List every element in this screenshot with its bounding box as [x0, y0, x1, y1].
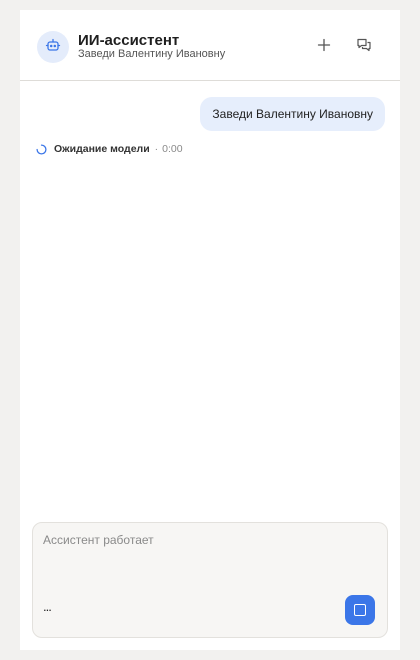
status-separator: ·	[154, 143, 159, 155]
bot-icon	[45, 37, 61, 58]
user-message: Заведи Валентину Ивановну	[200, 97, 385, 131]
chat-history-button[interactable]	[353, 36, 375, 58]
stop-generation-button[interactable]	[345, 595, 375, 625]
user-message-text: Заведи Валентину Ивановну	[212, 107, 373, 121]
assistant-panel: ИИ-ассистент Заведи Валентину Ивановну З…	[20, 10, 400, 650]
conversation-subtitle: Заведи Валентину Ивановну	[78, 48, 226, 60]
chat-history-icon	[356, 37, 372, 58]
more-options-button[interactable]: ...	[43, 599, 52, 614]
status-label: Ожидание модели	[54, 143, 150, 155]
assistant-title: ИИ-ассистент	[78, 32, 180, 49]
stop-icon	[354, 604, 366, 616]
status-timer: 0:00	[162, 143, 183, 155]
assistant-header: ИИ-ассистент Заведи Валентину Ивановну	[20, 10, 400, 81]
message-input[interactable]	[43, 533, 373, 547]
spinner-icon	[36, 143, 47, 155]
plus-icon	[317, 38, 331, 57]
model-status: Ожидание модели · 0:00	[36, 143, 183, 155]
bot-avatar	[37, 31, 69, 63]
new-chat-button[interactable]	[313, 36, 335, 58]
message-composer: ...	[32, 522, 388, 638]
